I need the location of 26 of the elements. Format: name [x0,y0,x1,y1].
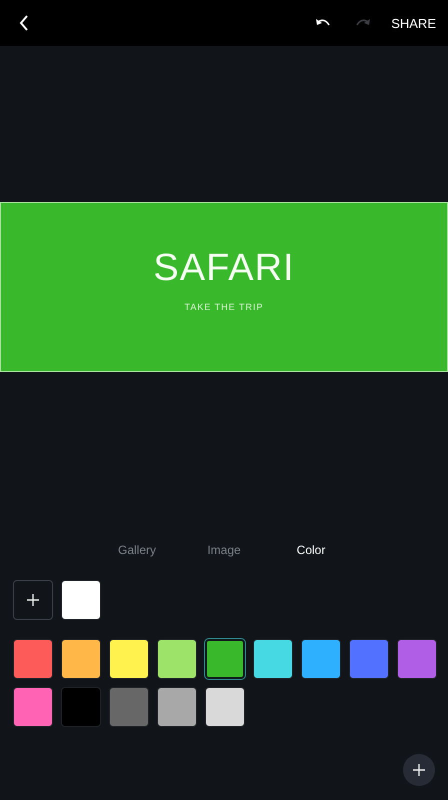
add-button[interactable] [403,754,435,786]
color-swatch[interactable] [109,639,149,679]
share-button[interactable]: SHARE [391,16,436,30]
color-swatch[interactable] [157,639,197,679]
color-swatch[interactable] [301,639,341,679]
banner-subtitle: TAKE THE TRIP [184,302,264,312]
color-swatch[interactable] [205,687,245,727]
color-swatch[interactable] [13,687,53,727]
color-swatch[interactable] [253,639,293,679]
color-swatch[interactable] [61,687,101,727]
add-color-button[interactable] [13,580,53,620]
tab[interactable]: Gallery [94,543,180,557]
tab[interactable]: Color [268,543,354,557]
color-swatch[interactable] [61,580,101,620]
color-swatch[interactable] [349,639,389,679]
color-swatch[interactable] [109,687,149,727]
back-icon [19,15,29,31]
color-swatch[interactable] [397,639,437,679]
color-swatch[interactable] [205,639,245,679]
plus-icon [412,763,426,777]
color-swatch[interactable] [13,639,53,679]
color-swatch[interactable] [61,639,101,679]
tab[interactable]: Image [180,543,268,557]
plus-icon [26,593,40,607]
banner-title: SAFARI [153,246,295,290]
color-swatch[interactable] [157,687,197,727]
